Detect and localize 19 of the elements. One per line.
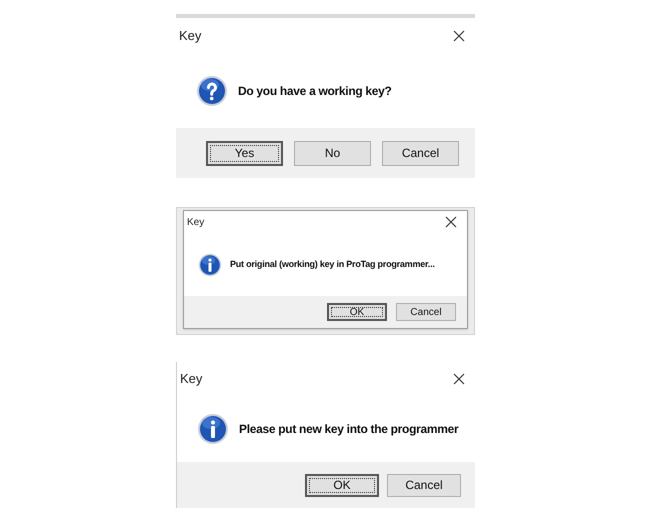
dialog-button[interactable]: Cancel [387,474,461,496]
dialog-button[interactable]: Yes [206,140,283,166]
window-title: Key [187,216,204,230]
close-icon[interactable] [445,216,457,228]
dialog-button[interactable]: Cancel [382,140,459,166]
message-text: Please put new key into the programmer [239,421,458,438]
dialog-button[interactable]: OK [305,474,379,496]
message-text: Put original (working) key in ProTag programmer... [230,258,435,271]
dialog-button[interactable]: OK [327,303,387,321]
question-icon [196,75,228,107]
info-icon [197,413,229,445]
info-icon [198,252,222,276]
window-title: Key [180,370,202,388]
message-text: Do you have a working key? [238,83,392,100]
window-title: Key [179,27,202,46]
dialog-button[interactable]: No [294,140,371,166]
close-icon[interactable] [453,30,465,42]
close-icon[interactable] [453,373,465,385]
dialog-button[interactable]: Cancel [396,303,456,321]
